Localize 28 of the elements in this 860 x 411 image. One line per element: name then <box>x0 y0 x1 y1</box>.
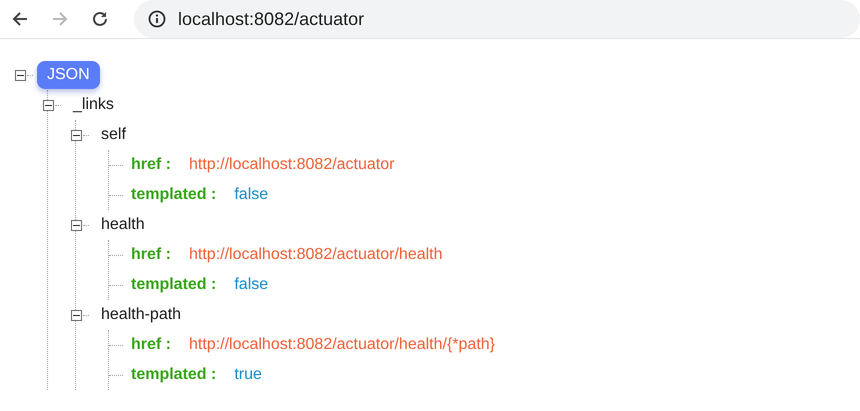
field-key: href : <box>131 336 171 354</box>
field-key: href : <box>131 246 171 264</box>
field-value: false <box>234 276 268 294</box>
collapse-toggle[interactable] <box>71 130 82 140</box>
collapse-toggle[interactable] <box>43 100 54 110</box>
field-key: templated : <box>131 276 216 294</box>
field-key: templated : <box>131 186 216 204</box>
back-arrow-icon <box>11 10 29 28</box>
root-label: JSON <box>37 61 100 89</box>
collapse-toggle[interactable] <box>15 70 26 80</box>
field-value: false <box>234 186 268 204</box>
collapse-toggle[interactable] <box>71 310 82 320</box>
info-icon[interactable] <box>148 10 166 28</box>
url-text: localhost:8082/actuator <box>178 8 364 30</box>
forward-arrow-icon <box>51 10 69 28</box>
node-label: _links <box>73 96 114 114</box>
collapse-toggle[interactable] <box>71 220 82 230</box>
field-value: http://localhost:8082/actuator <box>189 156 394 174</box>
node-label: health <box>101 216 145 234</box>
node-label: health-path <box>101 306 182 324</box>
field-key: templated : <box>131 366 216 384</box>
address-bar[interactable]: localhost:8082/actuator <box>134 0 860 38</box>
field-value: true <box>234 366 262 384</box>
field-value: http://localhost:8082/actuator/health/{*path} <box>189 336 496 354</box>
reload-icon <box>91 10 109 28</box>
field-value: http://localhost:8082/actuator/health <box>189 246 443 264</box>
field-key: href : <box>131 156 171 174</box>
node-label: self <box>101 126 126 144</box>
